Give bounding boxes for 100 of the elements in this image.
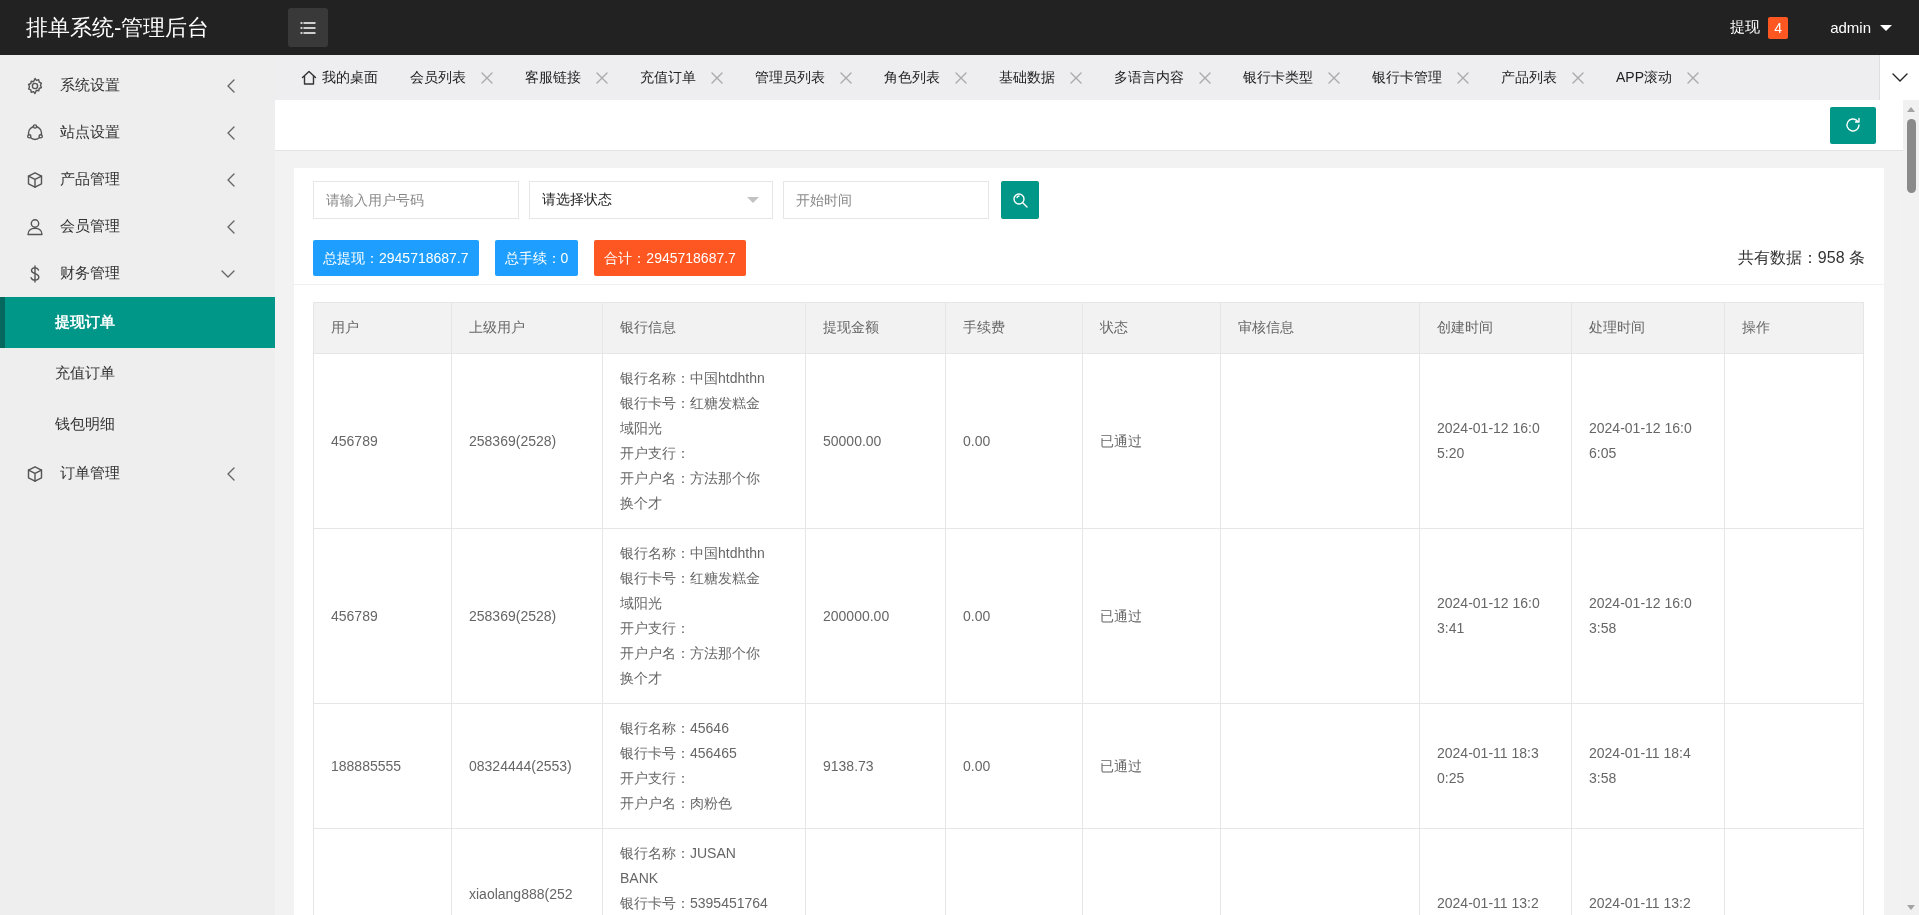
bank-info-text: 银行卡号：红糖发糕金域阳光 [620,569,761,613]
home-icon [301,69,317,86]
sidebar-item[interactable]: 订单管理 [0,450,275,497]
person-icon [26,217,44,236]
tab[interactable]: 我的桌面 [293,55,392,100]
table-cell: 已通过 [1082,353,1221,529]
gear-icon [26,76,44,95]
withdraw-link[interactable]: 提现 4 [1730,16,1789,39]
table-cell: 已通过 [1082,703,1221,829]
bank-info-text: 银行卡号：5395451764 [620,894,769,913]
table-cell: 2024-01-11 18:30:25 [1419,703,1572,829]
table-cell: 0.00 [945,528,1083,704]
close-icon [1070,71,1082,84]
tab[interactable]: 多语言内容 [1096,55,1225,100]
column-header: 处理时间 [1571,302,1725,354]
close-icon [711,71,723,84]
table-cell: 200000.00 [805,528,946,704]
record-count: 共有数据：958 条 [1737,247,1865,268]
start-time-field[interactable]: 开始时间 [783,181,989,219]
status-select[interactable]: 请选择状态 [529,181,773,219]
column-header: 银行信息 [602,302,806,354]
menu-button[interactable] [288,8,328,47]
close-icon [1328,71,1340,84]
column-header: 手续费 [945,302,1083,354]
tab[interactable]: 银行卡类型 [1225,55,1354,100]
cube-icon [26,464,44,483]
close-icon [1687,71,1699,84]
withdraw-label: 提现 [1730,18,1761,37]
total-badge: 合计：2945718687.7 [594,240,746,276]
close-icon [955,71,967,84]
sidebar-item[interactable]: 站点设置 [0,109,275,156]
sidebar-subitem[interactable]: 充值订单 [0,348,275,399]
bank-info-text: 开户户名：方法那个你换个才 [620,469,761,513]
table-cell: 258369(2528) [451,528,603,704]
tab[interactable]: 银行卡管理 [1354,55,1483,100]
bank-info-text: 银行名称：45646 [620,719,730,738]
table-cell: 456789 [313,353,452,529]
refresh-button[interactable] [1830,106,1876,144]
tab[interactable]: 基础数据 [981,55,1096,100]
sidebar-item[interactable]: 系统设置 [0,62,275,109]
table-cell: 2024-01-12 16:03:58 [1571,528,1725,704]
close-icon [840,71,852,84]
close-icon [1199,71,1211,84]
bank-info-text: 开户户名：肉粉色 [620,794,733,813]
caret-icon [1879,23,1893,32]
bank-info-text: 银行名称：JUSAN BANK [620,844,737,888]
table-cell: 50000.00 [805,353,946,529]
count-badge: 4 [1768,16,1789,39]
table-cell: 2024-01-12 16:05:20 [1419,353,1572,529]
user-number-field[interactable]: 请输入用户号码 [313,181,519,219]
menu-icon [299,19,317,36]
caret-icon [746,196,760,204]
bank-info-text: 开户支行： [620,444,691,463]
scrollbar[interactable] [1903,100,1919,915]
scroll-down-icon [1906,904,1916,911]
sidebar-item[interactable]: 财务管理 [0,250,275,297]
scroll-up-icon [1906,106,1916,113]
sidebar-subitem[interactable]: 提现订单 [0,297,275,348]
column-header: 操作 [1724,302,1864,354]
bank-info-text: 开户支行： [620,619,691,638]
table-cell: 2024-01-11 18:43:58 [1571,703,1725,829]
tab[interactable]: 充值订单 [622,55,737,100]
scrollbar-thumb[interactable] [1906,119,1916,193]
close-icon [481,71,493,84]
tab[interactable]: APP滚动 [1598,55,1713,100]
column-header: 用户 [313,302,452,354]
search-button[interactable] [1001,181,1039,219]
close-icon [596,71,608,84]
bank-info-text: 银行名称：中国htdhthn [620,369,766,388]
total-badge: 总提现：2945718687.7 [313,240,479,276]
column-header: 提现金额 [805,302,946,354]
network-icon [26,123,44,142]
sidebar-subitem[interactable]: 钱包明细 [0,399,275,450]
bank-info-text: 开户户名：方法那个你换个才 [620,644,761,688]
sidebar-item[interactable]: 产品管理 [0,156,275,203]
chevron-down-icon [1891,73,1908,82]
tab[interactable]: 客服链接 [507,55,622,100]
tab[interactable]: 会员列表 [392,55,507,100]
table-cell: 456789 [313,528,452,704]
column-header: 状态 [1082,302,1221,354]
table-cell: 188885555 [313,703,452,829]
tab[interactable]: 产品列表 [1483,55,1598,100]
user-menu[interactable]: admin [1830,19,1893,36]
column-header: 审核信息 [1220,302,1420,354]
sidebar-item[interactable]: 会员管理 [0,203,275,250]
close-icon [1457,71,1469,84]
table-cell: 0.00 [945,703,1083,829]
tab-dropdown-button[interactable] [1879,55,1919,100]
cube-icon [26,170,44,189]
total-badge: 总手续：0 [494,240,579,276]
bank-info-text: 银行卡号：456465 [620,744,738,763]
tab[interactable]: 角色列表 [866,55,981,100]
bank-info-text: 银行卡号：红糖发糕金域阳光 [620,394,761,438]
search-icon [1012,192,1028,208]
table-cell: 258369(2528) [451,353,603,529]
refresh-icon [1844,116,1862,134]
tab[interactable]: 管理员列表 [737,55,866,100]
table-cell: 已通过 [1082,528,1221,704]
bank-info-text: 银行名称：中国htdhthn [620,544,766,563]
bank-info-text: 开户支行： [620,769,691,788]
